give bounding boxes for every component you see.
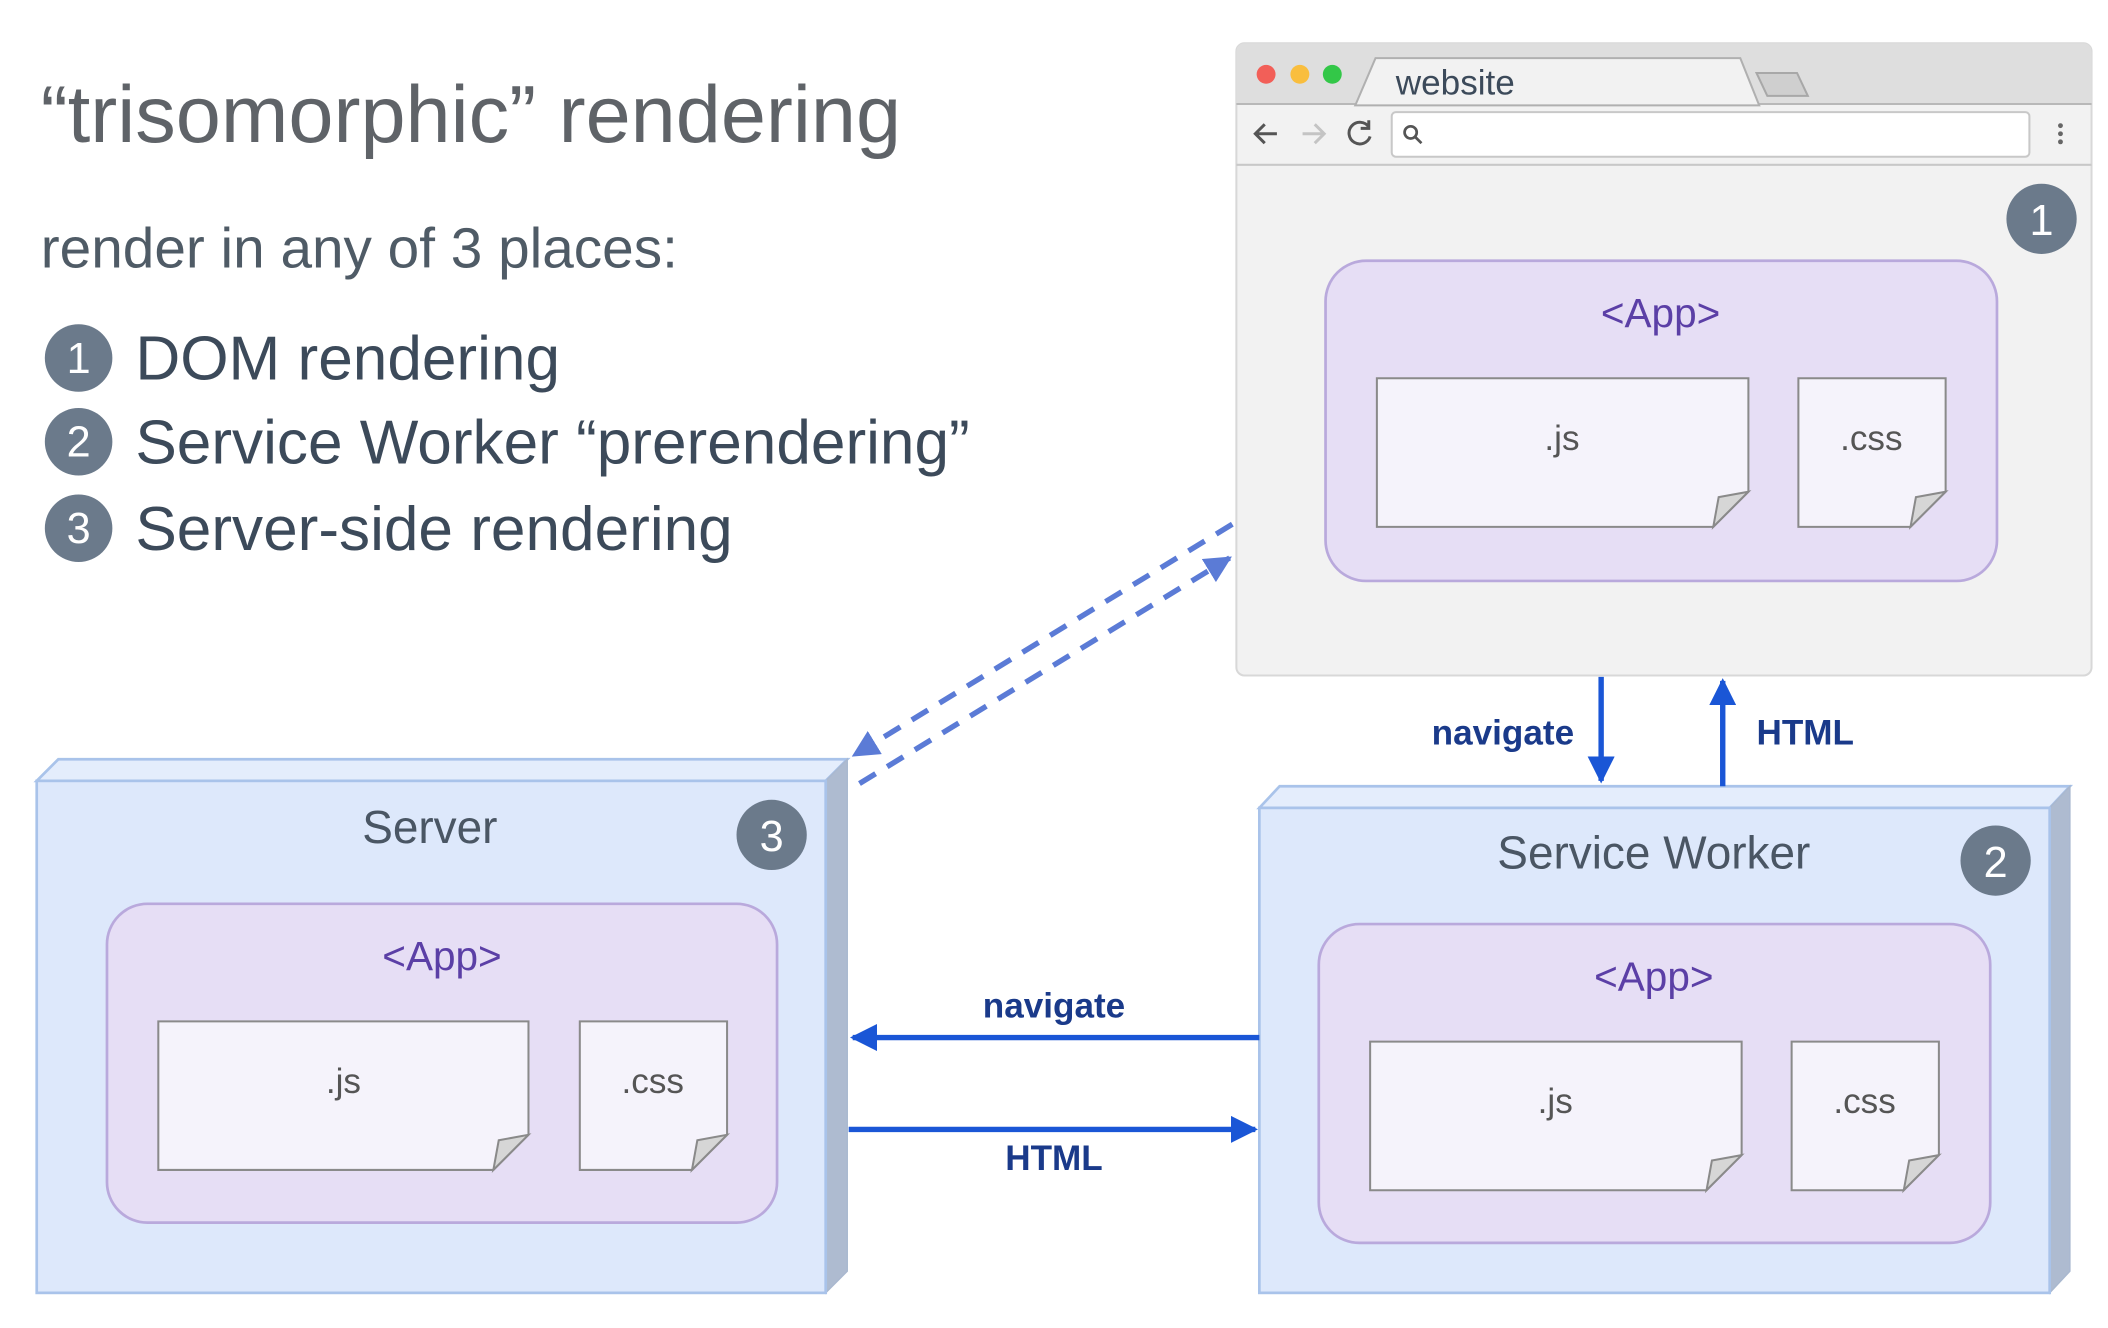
maximize-window-icon[interactable] [1322, 64, 1342, 84]
svg-text:<App>: <App> [1594, 953, 1713, 999]
dashed-arrow-to-server [851, 521, 1234, 758]
minimize-window-icon[interactable] [1290, 64, 1310, 84]
server-title: Server [362, 801, 497, 853]
svg-text:<App>: <App> [382, 933, 501, 979]
js-file: .js [1375, 377, 1752, 530]
list-item-label: Service Worker “prerendering” [135, 408, 969, 477]
svg-text:1: 1 [2030, 197, 2054, 245]
svg-text:3: 3 [67, 505, 91, 553]
trisomorphic-diagram: “trisomorphic” rendering render in any o… [33, 42, 2093, 1295]
js-file: .js [157, 1020, 532, 1173]
service-worker-box: Service Worker 2 <App> .js .css [1256, 784, 2074, 1295]
browser-window: website 1 <App> .js .css [1235, 42, 2093, 677]
navigate-label: navigate [983, 986, 1125, 1025]
subtitle: render in any of 3 places: [41, 217, 678, 280]
svg-text:3: 3 [760, 813, 784, 861]
server-box: Server 3 <App> .js .css [33, 757, 851, 1295]
list-item: 3 Server-side rendering [44, 494, 733, 564]
list-item: 1 DOM rendering [44, 324, 560, 394]
address-bar[interactable] [1390, 111, 2031, 158]
svg-text:2: 2 [1984, 839, 2008, 887]
js-file: .js [1369, 1040, 1745, 1194]
app-component: <App> .js .css [1317, 922, 1992, 1245]
svg-text:1: 1 [67, 335, 91, 383]
app-component: <App> .js .css [105, 902, 779, 1224]
svg-text:.js: .js [1538, 1082, 1573, 1121]
dashed-arrow-to-browser [858, 555, 1232, 786]
list-item: 2 Service Worker “prerendering” [44, 407, 970, 477]
svg-text:.css: .css [622, 1062, 684, 1101]
close-window-icon[interactable] [1256, 64, 1276, 84]
navigate-label: navigate [1432, 713, 1574, 752]
more-vert-icon[interactable] [2058, 123, 2063, 145]
css-file: .css [1790, 1040, 1942, 1194]
svg-text:<App>: <App> [1601, 290, 1720, 336]
html-label: HTML [1005, 1139, 1102, 1178]
svg-text:.js: .js [1544, 419, 1579, 458]
svg-text:.css: .css [1840, 419, 1902, 458]
list-item-label: Server-side rendering [135, 495, 732, 564]
app-component: <App> .js .css [1324, 259, 1999, 583]
service-worker-title: Service Worker [1497, 827, 1810, 879]
tab-title: website [1395, 64, 1515, 103]
svg-text:.js: .js [326, 1062, 361, 1101]
svg-text:.css: .css [1833, 1082, 1895, 1121]
css-file: .css [1797, 377, 1949, 530]
css-file: .css [578, 1020, 731, 1173]
page-title: “trisomorphic” rendering [41, 70, 901, 160]
list-item-label: DOM rendering [135, 325, 560, 394]
svg-text:2: 2 [67, 419, 91, 467]
html-label: HTML [1757, 713, 1855, 752]
